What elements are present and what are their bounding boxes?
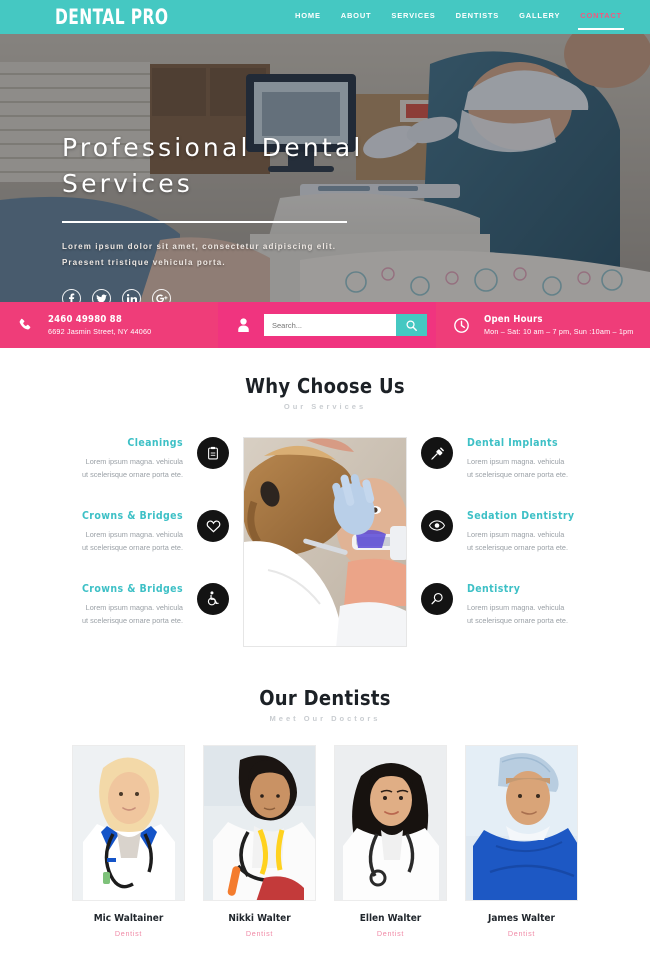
doctor-photo-4 — [465, 744, 578, 901]
service-item-sedation-dentistry[interactable]: Sedation Dentistry Lorem ipsum magna. ve… — [421, 509, 607, 555]
hero-divider — [62, 220, 347, 223]
nav-item-gallery[interactable]: GALLERY — [519, 11, 560, 23]
hero-subtitle-line2: Praesent tristique vehicula porta. — [62, 258, 226, 268]
service-name: Dental Implants — [467, 437, 558, 449]
open-hours-value: Mon – Sat: 10 am – 7 pm, Sun :10am – 1pm — [484, 327, 634, 336]
doctor-photo-3 — [334, 744, 447, 901]
service-item-cleanings[interactable]: Cleanings Lorem ipsum magna. vehicula ut… — [43, 437, 229, 482]
service-desc-line2: ut scelerisque ornare porta ete. — [82, 616, 183, 626]
site-logo[interactable]: DENTAL PRO — [55, 5, 168, 29]
hero-social-links — [62, 289, 412, 302]
nav-item-contact[interactable]: CONTACT — [578, 11, 624, 30]
clipboard-icon — [197, 437, 229, 469]
doctor-role: Dentist — [114, 928, 143, 938]
doctor-role: Dentist — [507, 928, 536, 938]
main-navigation: HOME ABOUT SERVICES DENTISTS GALLERY CON… — [295, 11, 624, 30]
google-plus-icon[interactable] — [152, 289, 171, 302]
service-name: Cleanings — [127, 437, 183, 449]
phone-icon — [16, 318, 34, 332]
doctor-photo-1 — [72, 744, 185, 901]
service-name: Crowns & Bridges — [81, 582, 183, 595]
open-hours-title: Open Hours — [484, 314, 543, 325]
why-choose-header: Why Choose Us Our Services — [0, 374, 650, 411]
search-form — [264, 314, 427, 336]
contact-info-block: 2460 49980 88 6692 Jasmin Street, NY 440… — [0, 302, 218, 348]
service-desc-line2: ut scelerisque ornare porta ete. — [82, 470, 183, 480]
info-bar: 2460 49980 88 6692 Jasmin Street, NY 440… — [0, 302, 650, 348]
service-desc-line1: Lorem ipsum magna. vehicula — [467, 457, 565, 466]
service-desc-line2: ut scelerisque ornare porta ete. — [467, 470, 568, 480]
dental-treatment-photo — [243, 437, 407, 647]
service-desc-line2: ut scelerisque ornare porta ete. — [467, 616, 568, 626]
hero-content: Professional Dental Services Lorem ipsum… — [62, 130, 412, 302]
service-desc-line1: Lorem ipsum magna. vehicula — [467, 602, 565, 612]
service-desc-line1: Lorem ipsum magna. vehicula — [467, 529, 565, 539]
doctor-card-2[interactable]: Nikki Walter Dentist — [203, 744, 316, 938]
nav-item-dentists[interactable]: DENTISTS — [456, 11, 500, 23]
user-icon[interactable] — [234, 318, 252, 332]
service-desc-line1: Lorem ipsum magna. vehicula — [85, 457, 183, 466]
doctor-role: Dentist — [376, 928, 405, 938]
services-center-image-wrap — [243, 437, 407, 656]
linkedin-icon[interactable] — [122, 289, 141, 302]
heart-icon — [197, 509, 229, 542]
search-block — [218, 302, 436, 348]
services-right-column: Dental Implants Lorem ipsum magna. vehic… — [421, 437, 607, 656]
service-item-dental-implants[interactable]: Dental Implants Lorem ipsum magna. vehic… — [421, 437, 607, 482]
doctors-row: Mic Waltainer Dentist Nikki Walter Denti… — [0, 744, 650, 938]
doctor-name: Ellen Walter — [359, 912, 422, 924]
open-hours-block: Open Hours Mon – Sat: 10 am – 7 pm, Sun … — [436, 302, 650, 348]
doctor-name: Nikki Walter — [228, 912, 291, 924]
dentists-header: Our Dentists Meet Our Doctors — [0, 686, 650, 723]
eye-icon — [421, 509, 453, 542]
hero-subtitle-line1: Lorem ipsum dolor sit amet, consectetur … — [62, 241, 337, 251]
service-desc-line2: ut scelerisque ornare porta ete. — [82, 543, 183, 553]
service-name: Crowns & Bridges — [81, 509, 183, 522]
search-button[interactable] — [396, 314, 427, 336]
wheelchair-icon — [197, 582, 229, 615]
doctor-card-3[interactable]: Ellen Walter Dentist — [334, 744, 447, 938]
dentists-section: Our Dentists Meet Our Doctors Mic Waltai… — [0, 686, 650, 938]
doctor-name: Mic Waltainer — [93, 912, 164, 924]
twitter-icon[interactable] — [92, 289, 111, 302]
doctor-name: James Walter — [488, 912, 555, 924]
service-desc-line1: Lorem ipsum magna. vehicula — [85, 529, 183, 539]
dentists-title: Our Dentists — [259, 685, 391, 710]
phone-number[interactable]: 2460 49980 88 — [48, 314, 151, 325]
doctor-role: Dentist — [245, 928, 274, 938]
service-item-crowns-bridges-1[interactable]: Crowns & Bridges Lorem ipsum magna. vehi… — [43, 509, 229, 555]
service-name: Dentistry — [467, 582, 521, 595]
service-desc-line2: ut scelerisque ornare porta ete. — [467, 543, 568, 553]
service-name: Sedation Dentistry — [467, 509, 575, 522]
nav-item-services[interactable]: SERVICES — [391, 11, 435, 23]
syringe-icon — [421, 437, 453, 469]
service-item-crowns-bridges-2[interactable]: Crowns & Bridges Lorem ipsum magna. vehi… — [43, 582, 229, 628]
search-input[interactable] — [264, 314, 396, 336]
clock-icon — [452, 317, 470, 333]
hero-title: Professional Dental Services — [62, 133, 364, 199]
address-text: 6692 Jasmin Street, NY 44060 — [48, 327, 152, 336]
facebook-icon[interactable] — [62, 289, 81, 302]
site-header: DENTAL PRO HOME ABOUT SERVICES DENTISTS … — [0, 0, 650, 34]
nav-item-home[interactable]: HOME — [295, 11, 321, 23]
nav-item-about[interactable]: ABOUT — [341, 11, 372, 23]
doctor-card-1[interactable]: Mic Waltainer Dentist — [72, 744, 185, 938]
dentists-subtitle: Meet Our Doctors — [269, 713, 381, 723]
services-grid: Cleanings Lorem ipsum magna. vehicula ut… — [0, 437, 650, 656]
services-left-column: Cleanings Lorem ipsum magna. vehicula ut… — [43, 437, 229, 656]
doctor-photo-2 — [203, 744, 316, 901]
why-choose-title: Why Choose Us — [245, 374, 405, 398]
service-desc-line1: Lorem ipsum magna. vehicula — [85, 602, 183, 612]
why-choose-subtitle: Our Services — [283, 402, 367, 411]
doctor-card-4[interactable]: James Walter Dentist — [465, 744, 578, 938]
service-item-dentistry[interactable]: Dentistry Lorem ipsum magna. vehicula ut… — [421, 582, 607, 628]
hero-banner: Professional Dental Services Lorem ipsum… — [0, 34, 650, 302]
magnifier-icon — [421, 582, 453, 615]
why-choose-section: Why Choose Us Our Services Cleanings Lor… — [0, 374, 650, 656]
